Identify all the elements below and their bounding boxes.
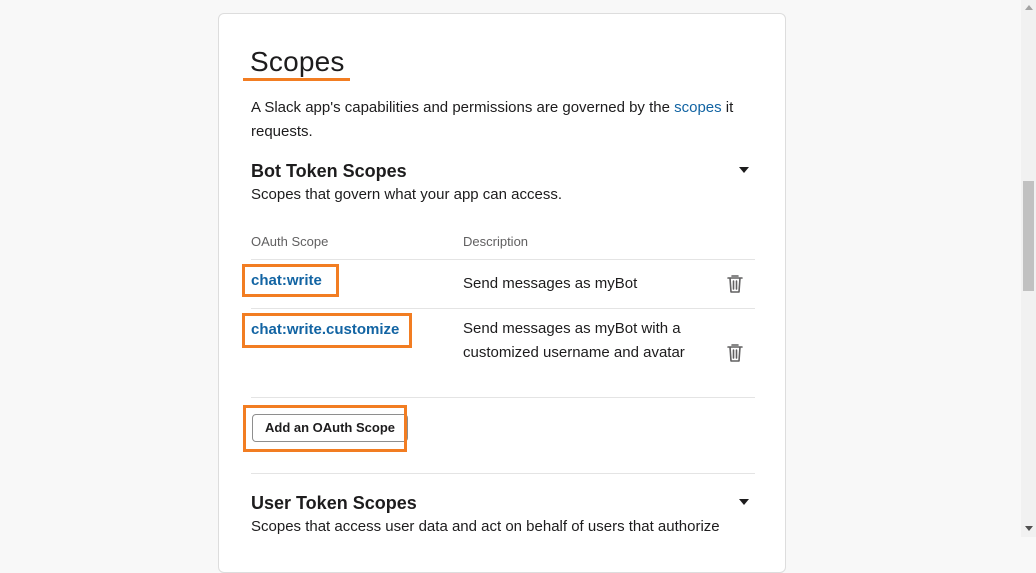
table-divider [251, 259, 755, 260]
user-token-scopes-title: User Token Scopes [251, 493, 417, 513]
column-header-oauth-scope: OAuth Scope [251, 234, 329, 249]
add-oauth-scope-highlight-box [243, 405, 407, 452]
scrollbar-thumb[interactable] [1023, 181, 1034, 291]
column-header-description: Description [463, 234, 529, 249]
user-token-scopes-subtitle: Scopes that access user data and act on … [251, 518, 720, 535]
title-highlight-underline [243, 78, 350, 81]
table-divider [251, 397, 755, 398]
scroll-down-arrow-icon[interactable] [1025, 526, 1033, 531]
scope-description: Send messages as myBot with a customized… [463, 320, 685, 361]
scope-description: Send messages as myBot [463, 275, 638, 292]
table-divider [251, 308, 755, 309]
bot-token-scopes-subtitle: Scopes that govern what your app can acc… [251, 186, 563, 203]
trash-icon[interactable] [726, 274, 744, 294]
scopes-card: Scopes A Slack app's capabilities and pe… [218, 13, 786, 573]
intro-text: A Slack app's capabilities and permissio… [251, 99, 734, 140]
trash-icon[interactable] [726, 343, 744, 363]
chat-write-highlight-box [242, 264, 339, 297]
chat-write-customize-highlight-box [242, 313, 412, 348]
scopes-link[interactable]: scopes [674, 99, 722, 116]
user-scopes-collapse-caret-icon[interactable] [739, 499, 749, 505]
bot-scopes-collapse-caret-icon[interactable] [739, 167, 749, 173]
page-scrollbar[interactable] [1021, 0, 1036, 537]
page-title: Scopes [250, 46, 345, 77]
bot-token-scopes-title: Bot Token Scopes [251, 161, 407, 181]
section-divider [251, 473, 755, 474]
scroll-up-arrow-icon[interactable] [1025, 5, 1033, 10]
